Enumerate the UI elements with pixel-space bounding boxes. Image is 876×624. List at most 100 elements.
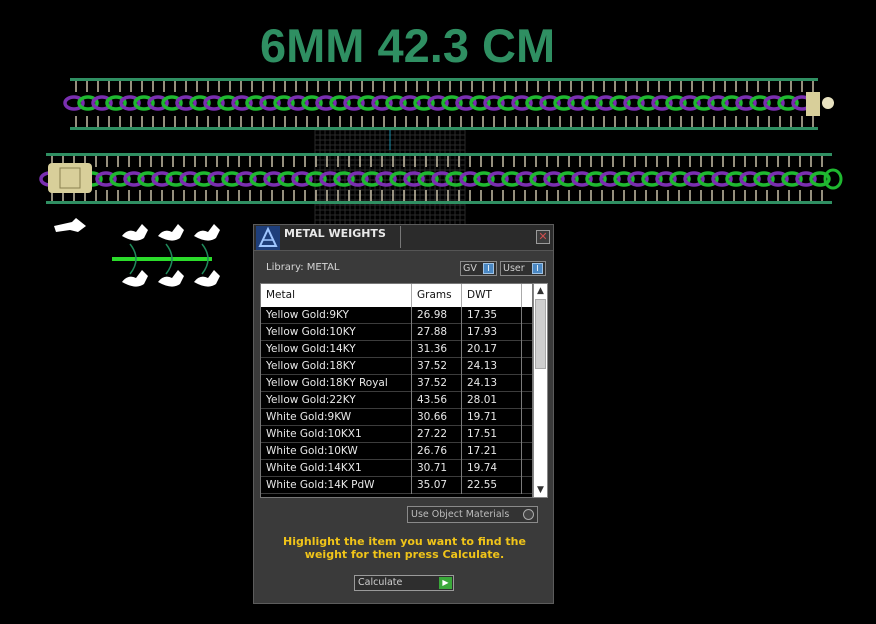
user-toggle[interactable]: User I xyxy=(500,261,546,276)
cell-spacer xyxy=(522,426,532,443)
table-row[interactable]: Yellow Gold:10KY 27.88 17.93 xyxy=(261,324,532,341)
clasp-icon xyxy=(806,92,820,116)
cell-grams: 30.66 xyxy=(412,409,462,426)
cell-metal: Yellow Gold:18KY Royal xyxy=(261,375,412,392)
component-view-icon xyxy=(54,218,86,232)
dialog-title: METAL WEIGHTS xyxy=(284,227,386,240)
component-view-icon xyxy=(122,270,148,287)
table-header: Metal Grams DWT xyxy=(261,284,532,307)
cell-dwt: 17.35 xyxy=(462,307,522,324)
table-scrollbar[interactable]: ▲ ▼ xyxy=(533,283,548,498)
cell-spacer xyxy=(522,409,532,426)
cell-metal: Yellow Gold:9KY xyxy=(261,307,412,324)
cell-metal: Yellow Gold:10KY xyxy=(261,324,412,341)
calculate-label: Calculate xyxy=(358,577,403,588)
column-header-grams[interactable]: Grams xyxy=(412,284,462,307)
chain-rail xyxy=(70,127,818,130)
table-row[interactable]: Yellow Gold:18KY Royal 37.52 24.13 xyxy=(261,375,532,392)
cell-spacer xyxy=(522,477,532,494)
table-row[interactable]: Yellow Gold:14KY 31.36 20.17 xyxy=(261,341,532,358)
cell-grams: 26.98 xyxy=(412,307,462,324)
cell-metal: White Gold:14KX1 xyxy=(261,460,412,477)
cell-metal: White Gold:10KW xyxy=(261,443,412,460)
use-object-materials-option[interactable]: Use Object Materials xyxy=(407,506,538,523)
component-view-icon xyxy=(122,224,148,241)
toggle-knob-icon: I xyxy=(532,263,543,274)
cell-dwt: 24.13 xyxy=(462,375,522,392)
cell-grams: 30.71 xyxy=(412,460,462,477)
chain-rail xyxy=(70,78,818,81)
cell-grams: 43.56 xyxy=(412,392,462,409)
table-row[interactable]: White Gold:10KW 26.76 17.21 xyxy=(261,443,532,460)
cell-dwt: 17.51 xyxy=(462,426,522,443)
user-toggle-label: User xyxy=(503,263,525,274)
scroll-thumb[interactable] xyxy=(535,299,546,369)
metal-weights-table[interactable]: Metal Grams DWT Yellow Gold:9KY 26.98 17.3… xyxy=(260,283,533,498)
toggle-knob-icon: I xyxy=(483,263,494,274)
cell-grams: 37.52 xyxy=(412,358,462,375)
cell-spacer xyxy=(522,358,532,375)
table-row[interactable]: Yellow Gold:9KY 26.98 17.35 xyxy=(261,307,532,324)
component-view-icon xyxy=(194,270,220,287)
cell-dwt: 19.71 xyxy=(462,409,522,426)
cell-spacer xyxy=(522,375,532,392)
table-row[interactable]: Yellow Gold:22KY 43.56 28.01 xyxy=(261,392,532,409)
use-object-materials-label: Use Object Materials xyxy=(411,509,510,520)
cell-spacer xyxy=(522,341,532,358)
cell-dwt: 24.13 xyxy=(462,358,522,375)
dialog-titlebar[interactable]: METAL WEIGHTS ✕ xyxy=(254,225,553,251)
cell-metal: Yellow Gold:18KY xyxy=(261,358,412,375)
cell-dwt: 17.21 xyxy=(462,443,522,460)
table-row[interactable]: White Gold:14KX1 30.71 19.74 xyxy=(261,460,532,477)
cell-dwt: 28.01 xyxy=(462,392,522,409)
gv-toggle-label: GV xyxy=(463,263,477,274)
cell-metal: White Gold:14K PdW xyxy=(261,477,412,494)
cell-dwt: 19.74 xyxy=(462,460,522,477)
app-logo-icon xyxy=(256,226,280,250)
cell-grams: 35.07 xyxy=(412,477,462,494)
cell-grams: 27.88 xyxy=(412,324,462,341)
cell-dwt: 17.93 xyxy=(462,324,522,341)
cell-grams: 31.36 xyxy=(412,341,462,358)
titlebar-divider xyxy=(400,226,401,248)
component-view-icon xyxy=(194,224,220,241)
table-row[interactable]: Yellow Gold:18KY 37.52 24.13 xyxy=(261,358,532,375)
cell-spacer xyxy=(522,460,532,477)
chain-rail xyxy=(46,201,832,204)
clasp-ring-icon xyxy=(822,97,834,109)
cell-spacer xyxy=(522,324,532,341)
component-view-icon xyxy=(158,270,184,287)
component-view-icon xyxy=(158,224,184,241)
play-arrow-icon: ▶ xyxy=(439,577,452,589)
cell-grams: 37.52 xyxy=(412,375,462,392)
scroll-down-arrow-icon[interactable]: ▼ xyxy=(534,483,547,497)
radio-icon[interactable] xyxy=(523,509,534,520)
table-row[interactable]: White Gold:14K PdW 35.07 22.55 xyxy=(261,477,532,494)
cell-spacer xyxy=(522,392,532,409)
library-label: Library: METAL xyxy=(266,262,340,273)
cell-dwt: 20.17 xyxy=(462,341,522,358)
gv-toggle[interactable]: GV I xyxy=(460,261,497,276)
cell-spacer xyxy=(522,307,532,324)
metal-weights-dialog: METAL WEIGHTS ✕ Library: METAL GV I User… xyxy=(253,224,554,604)
cell-spacer xyxy=(522,443,532,460)
chain-rail xyxy=(46,153,832,156)
column-header-spacer xyxy=(522,284,532,307)
cell-dwt: 22.55 xyxy=(462,477,522,494)
table-row[interactable]: White Gold:9KW 30.66 19.71 xyxy=(261,409,532,426)
calculate-button[interactable]: Calculate ▶ xyxy=(354,575,454,591)
cell-metal: Yellow Gold:14KY xyxy=(261,341,412,358)
close-button[interactable]: ✕ xyxy=(536,230,550,244)
column-header-metal[interactable]: Metal xyxy=(261,284,412,307)
cell-grams: 27.22 xyxy=(412,426,462,443)
cell-grams: 26.76 xyxy=(412,443,462,460)
cell-metal: Yellow Gold:22KY xyxy=(261,392,412,409)
instructions-text: Highlight the item you want to find the … xyxy=(283,535,526,561)
table-body: Yellow Gold:9KY 26.98 17.35 Yellow Gold:10K… xyxy=(261,307,532,494)
column-header-dwt[interactable]: DWT xyxy=(462,284,522,307)
scroll-up-arrow-icon[interactable]: ▲ xyxy=(534,284,547,298)
cell-metal: White Gold:9KW xyxy=(261,409,412,426)
viewport-title: 6MM 42.3 CM xyxy=(260,19,556,72)
cell-metal: White Gold:10KX1 xyxy=(261,426,412,443)
table-row[interactable]: White Gold:10KX1 27.22 17.51 xyxy=(261,426,532,443)
